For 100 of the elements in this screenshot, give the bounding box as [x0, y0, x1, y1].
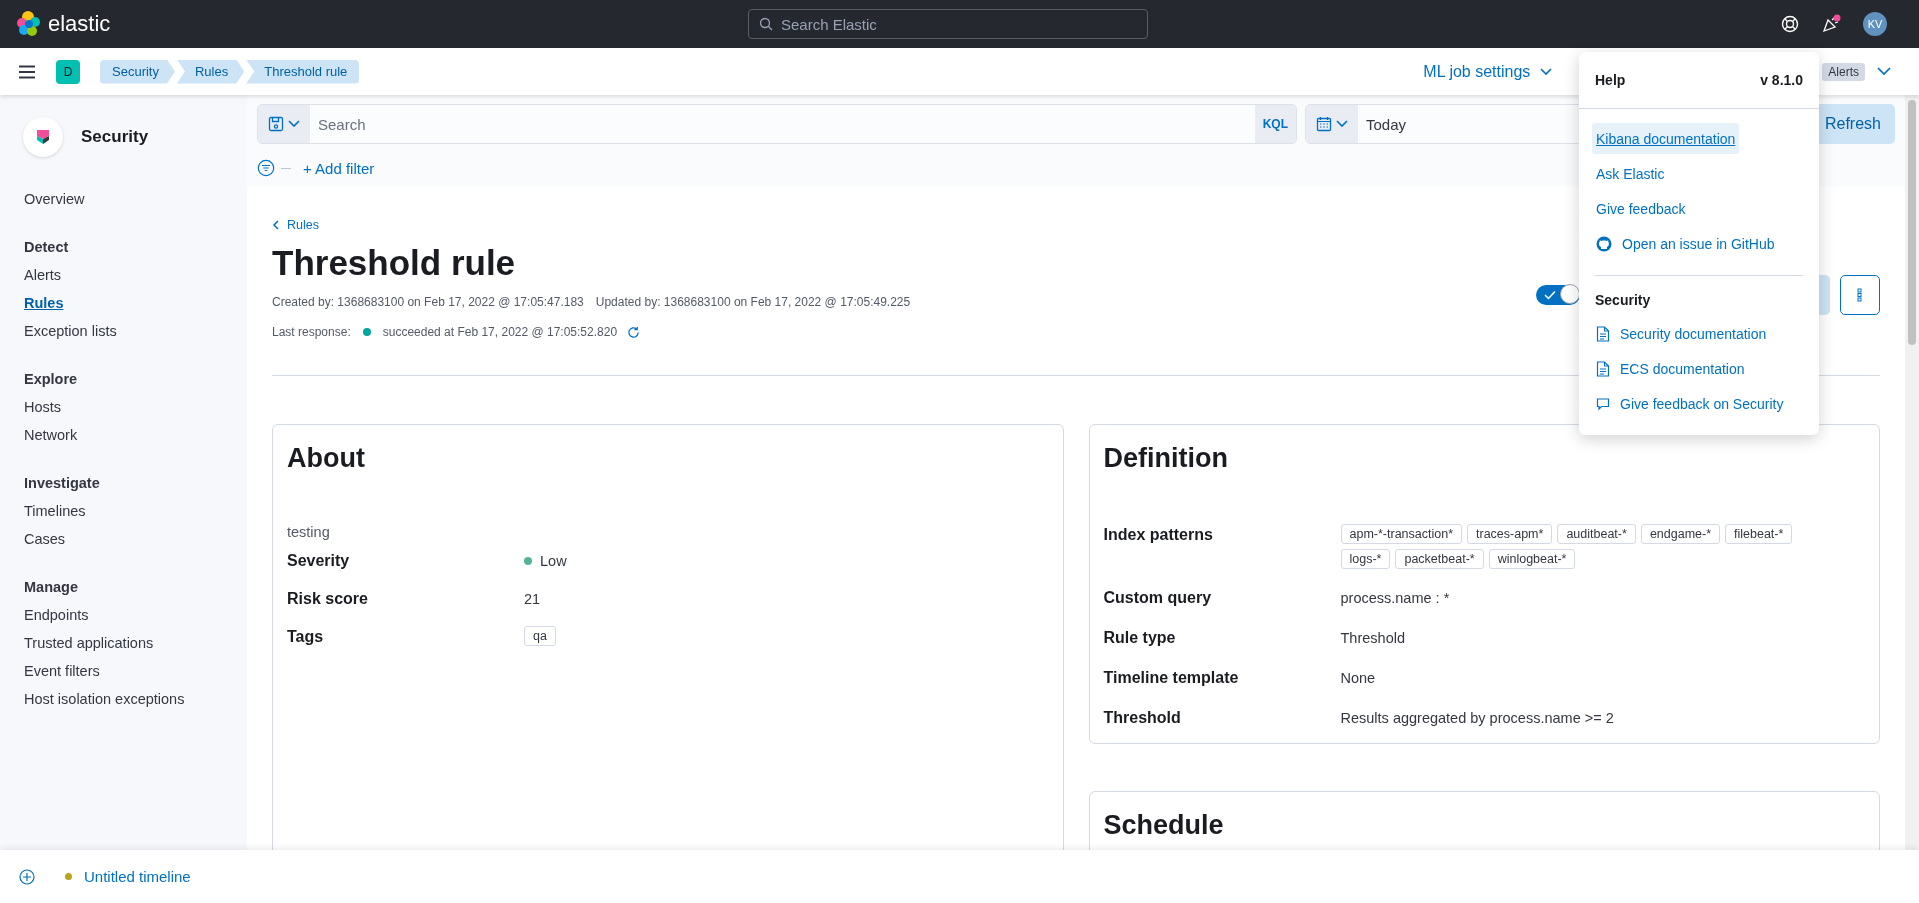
- document-icon: [1596, 360, 1610, 377]
- nav-section-heading: Manage: [24, 578, 78, 597]
- cat-logo-icon: [1596, 235, 1612, 252]
- index-pattern-tag: apm-*-transaction*: [1340, 524, 1462, 544]
- caret-icon[interactable]: [1877, 67, 1891, 76]
- version-text: v 8.1.0: [1760, 72, 1803, 88]
- add-icon[interactable]: [19, 868, 35, 885]
- search-field[interactable]: Search Elastic: [748, 9, 1148, 39]
- field-value: process.name : *: [1340, 589, 1450, 608]
- party-horn-icon[interactable]: [1821, 14, 1841, 34]
- nav-link[interactable]: Endpoints: [24, 601, 89, 629]
- nav-section-heading: Detect: [24, 238, 69, 257]
- help-link[interactable]: Give feedback on Security: [1595, 388, 1785, 419]
- severity-value: Low: [540, 552, 567, 571]
- cluster-logo-icon[interactable]: [16, 11, 42, 37]
- nav-section-heading: Explore: [24, 370, 78, 389]
- speech-bubble-icon: [1596, 396, 1610, 411]
- caret-icon: [288, 120, 300, 128]
- index-pattern-tag: endgame-*: [1640, 524, 1721, 544]
- ml-job-settings-button[interactable]: ML job settings: [1417, 61, 1559, 82]
- document-icon: [1596, 325, 1610, 342]
- scrollbar[interactable]: [1905, 95, 1919, 850]
- card-title: About: [287, 443, 366, 474]
- caret-icon: [1336, 120, 1348, 128]
- help-link[interactable]: Open an issue in GitHub: [1595, 228, 1776, 259]
- timeline-link[interactable]: Untitled timeline: [84, 868, 191, 885]
- field-label: Tags: [287, 627, 325, 647]
- help-link[interactable]: ECS documentation: [1595, 353, 1746, 384]
- index-pattern-tag: traces-apm*: [1467, 524, 1553, 544]
- calendar-icon: [1316, 116, 1332, 132]
- page-title: Threshold rule: [272, 243, 517, 283]
- index-pattern-tag: logs-*: [1340, 549, 1391, 569]
- nav-link[interactable]: Cases: [24, 525, 66, 553]
- nav-link[interactable]: Host isolation exceptions: [24, 685, 185, 713]
- index-pattern-tag: auditbeat-*: [1557, 524, 1636, 544]
- field-value: Results aggregated by process.name >= 2: [1340, 709, 1614, 728]
- nav-link[interactable]: Network: [24, 421, 78, 449]
- help-icon[interactable]: [1781, 15, 1799, 33]
- app-title: Security: [81, 127, 149, 147]
- saved-query-button[interactable]: [258, 105, 310, 143]
- field-value: Threshold: [1340, 629, 1405, 648]
- query-field[interactable]: Search KQL: [257, 104, 1297, 144]
- help-link[interactable]: Give feedback: [1595, 193, 1687, 224]
- nav-link[interactable]: Alerts: [24, 261, 62, 289]
- nav-link[interactable]: Timelines: [24, 497, 86, 525]
- query-language-button[interactable]: KQL: [1254, 105, 1296, 143]
- breadcrumb[interactable]: Rules: [176, 59, 245, 84]
- field-label: Rule type: [1103, 628, 1177, 648]
- last-response-label: Last response:: [272, 325, 351, 339]
- card-title: Schedule: [1103, 810, 1225, 841]
- kebab-icon: [1857, 288, 1863, 302]
- search-icon: [759, 17, 773, 31]
- nav-section-heading: Investigate: [24, 474, 100, 493]
- index-tag: Alerts: [1822, 62, 1865, 81]
- add-filter-link[interactable]: + Add filter: [303, 159, 375, 177]
- field-label: Index patterns: [1103, 525, 1214, 545]
- logo-text[interactable]: elastic: [48, 11, 111, 37]
- updated-by-text: Updated by: 1368683100 on Feb 17, 2022 @ 17:05:49.225: [595, 295, 911, 309]
- refresh-icon[interactable]: [627, 325, 641, 339]
- quick-date-button[interactable]: [1306, 105, 1358, 143]
- index-pattern-tag: packetbeat-*: [1395, 549, 1484, 569]
- field-value: 21: [524, 590, 541, 609]
- section-title: Security: [1595, 291, 1652, 308]
- chevron-left-icon: [272, 220, 280, 230]
- breadcrumb[interactable]: Threshold rule: [246, 59, 360, 84]
- space-avatar[interactable]: D: [56, 59, 80, 84]
- shield-logo-icon: [23, 117, 63, 157]
- nav-link[interactable]: Overview: [24, 185, 85, 213]
- help-link[interactable]: Ask Elastic: [1595, 158, 1666, 189]
- field-label: Threshold: [1103, 708, 1182, 728]
- field-value: None: [1340, 669, 1376, 688]
- nav-link[interactable]: Hosts: [24, 393, 62, 421]
- nav-link[interactable]: Exception lists: [24, 317, 117, 345]
- filter-icon[interactable]: [257, 159, 275, 177]
- index-pattern-tag: winlogbeat-*: [1488, 549, 1576, 569]
- index-pattern-tag: filebeat-*: [1725, 524, 1793, 544]
- help-link[interactable]: Kibana documentation: [1592, 123, 1740, 154]
- caret-icon: [1540, 67, 1553, 76]
- help-link[interactable]: Security documentation: [1595, 318, 1768, 349]
- user-avatar[interactable]: KV: [1863, 12, 1887, 36]
- card-title: Definition: [1103, 443, 1229, 474]
- created-by-text: Created by: 1368683100 on Feb 17, 2022 @ 17:05:47.183: [272, 295, 584, 309]
- rule-description: testing: [287, 524, 331, 540]
- menu-title: Help: [1595, 72, 1626, 88]
- last-response-status: succeeded at Feb 17, 2022 @ 17:05:52.820: [382, 325, 618, 339]
- field-label: Severity: [287, 551, 351, 571]
- nav-link[interactable]: Trusted applications: [24, 629, 154, 657]
- field-label: Timeline template: [1103, 668, 1240, 688]
- more-actions-button[interactable]: [1840, 275, 1880, 315]
- field-label: Custom query: [1103, 588, 1213, 608]
- breadcrumb[interactable]: Security: [100, 59, 175, 84]
- enable-switch[interactable]: [1536, 285, 1580, 305]
- nav-link[interactable]: Event filters: [24, 657, 100, 685]
- checkmark-icon: [1544, 290, 1556, 300]
- tag: qa: [524, 626, 556, 646]
- back-link[interactable]: Rules: [272, 218, 319, 232]
- menu-icon[interactable]: [18, 64, 36, 79]
- status-dot: [362, 328, 371, 336]
- field-label: Risk score: [287, 589, 369, 609]
- nav-link[interactable]: Rules: [24, 289, 64, 317]
